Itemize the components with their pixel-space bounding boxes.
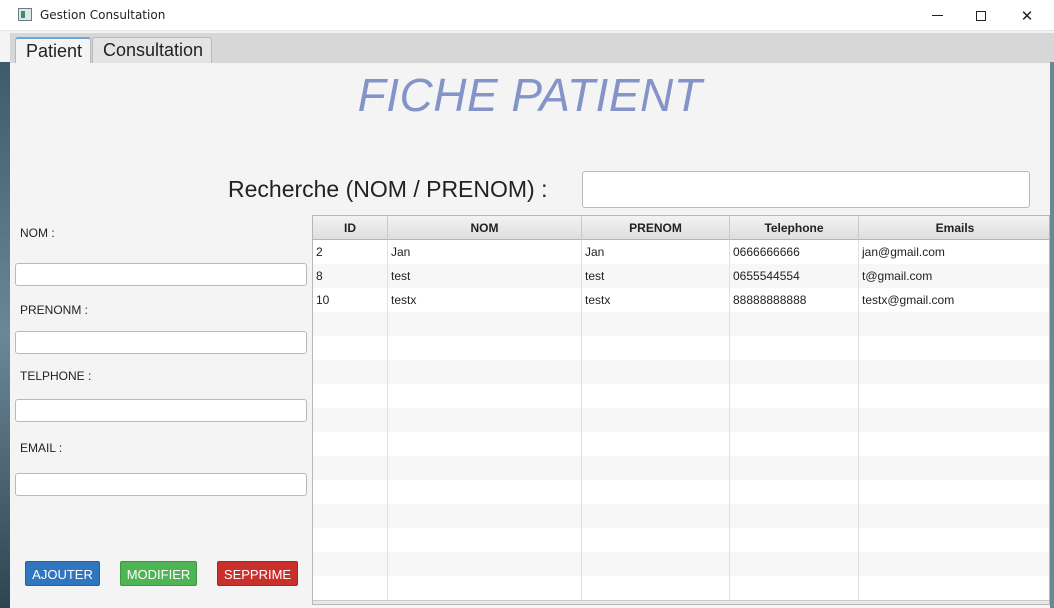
telephone-input[interactable] — [15, 399, 307, 422]
prenom-label: PRENONM : — [20, 303, 89, 317]
close-icon: ✕ — [1020, 6, 1034, 25]
cell-telephone: 88888888888 — [730, 288, 859, 312]
cell-email: jan@gmail.com — [862, 245, 945, 259]
empty-row — [313, 408, 1049, 432]
table-header: ID NOM PRENOM Telephone Emails — [313, 216, 1049, 240]
window-right-edge — [1050, 62, 1054, 608]
window-left-edge — [0, 62, 10, 608]
cell-email: t@gmail.com — [862, 269, 933, 283]
empty-row — [313, 360, 1049, 384]
title-bar: Gestion Consultation ✕ — [0, 0, 1054, 31]
window-title: Gestion Consultation — [40, 8, 166, 22]
email-label: EMAIL : — [20, 441, 63, 455]
maximize-button[interactable] — [958, 0, 1004, 31]
column-header-emails[interactable]: Emails — [859, 216, 1049, 240]
add-button[interactable]: AJOUTER — [25, 561, 100, 586]
email-input[interactable] — [15, 473, 307, 496]
cell-nom: testx — [388, 288, 582, 312]
search-label: Recherche (NOM / PRENOM) : — [228, 176, 548, 202]
cell-nom: test — [388, 264, 582, 288]
empty-row — [313, 384, 1049, 408]
prenom-input[interactable] — [15, 331, 307, 354]
cell-prenom: test — [582, 264, 730, 288]
nom-label: NOM : — [20, 226, 55, 240]
cell-prenom: testx — [582, 288, 730, 312]
column-header-nom[interactable]: NOM — [388, 216, 582, 240]
maximize-icon — [976, 10, 986, 21]
table-row[interactable]: 10 testx testx 88888888888 testx@gmail.c… — [313, 288, 1049, 312]
cell-id: 8 — [313, 264, 388, 288]
empty-row — [313, 576, 1049, 600]
edit-button[interactable]: MODIFIER — [120, 561, 197, 586]
empty-row — [313, 312, 1049, 336]
cell-id: 2 — [313, 240, 388, 264]
empty-row — [313, 480, 1049, 504]
cell-telephone: 0655544554 — [730, 264, 859, 288]
cell-id: 10 — [313, 288, 388, 312]
minimize-icon — [931, 15, 943, 16]
tab-patient[interactable]: Patient — [15, 37, 91, 63]
cell-email: testx@gmail.com — [862, 293, 955, 307]
app-icon — [18, 8, 32, 21]
column-header-prenom[interactable]: PRENOM — [582, 216, 730, 240]
tab-consultation[interactable]: Consultation — [92, 37, 212, 63]
page-title: FICHE PATIENT — [357, 69, 703, 121]
cell-telephone: 0666666666 — [730, 240, 859, 264]
delete-button[interactable]: SEPPRIME — [217, 561, 298, 586]
empty-row — [313, 528, 1049, 552]
search-input[interactable] — [582, 171, 1030, 208]
table-row[interactable]: 2 Jan Jan 0666666666 jan@gmail.com — [313, 240, 1049, 264]
empty-row — [313, 504, 1049, 528]
telephone-label: TELPHONE : — [20, 369, 92, 383]
app-window: Gestion Consultation ✕ Patient Consultat… — [0, 0, 1054, 608]
table-row[interactable]: 8 test test 0655544554 t@gmail.com — [313, 264, 1049, 288]
minimize-button[interactable] — [914, 0, 960, 31]
tab-bar: Patient Consultation — [10, 33, 1054, 63]
column-header-telephone[interactable]: Telephone — [730, 216, 859, 240]
empty-row — [313, 336, 1049, 360]
empty-row — [313, 432, 1049, 456]
cell-prenom: Jan — [582, 240, 730, 264]
table-body: 2 Jan Jan 0666666666 jan@gmail.com 8 tes… — [313, 240, 1049, 604]
cell-nom: Jan — [388, 240, 582, 264]
empty-row — [313, 552, 1049, 576]
close-button[interactable]: ✕ — [1004, 0, 1050, 31]
nom-input[interactable] — [15, 263, 307, 286]
horizontal-scrollbar[interactable] — [313, 600, 1049, 604]
column-header-id[interactable]: ID — [313, 216, 388, 240]
empty-row — [313, 456, 1049, 480]
patients-table[interactable]: ID NOM PRENOM Telephone Emails 2 Jan Jan… — [312, 215, 1050, 605]
